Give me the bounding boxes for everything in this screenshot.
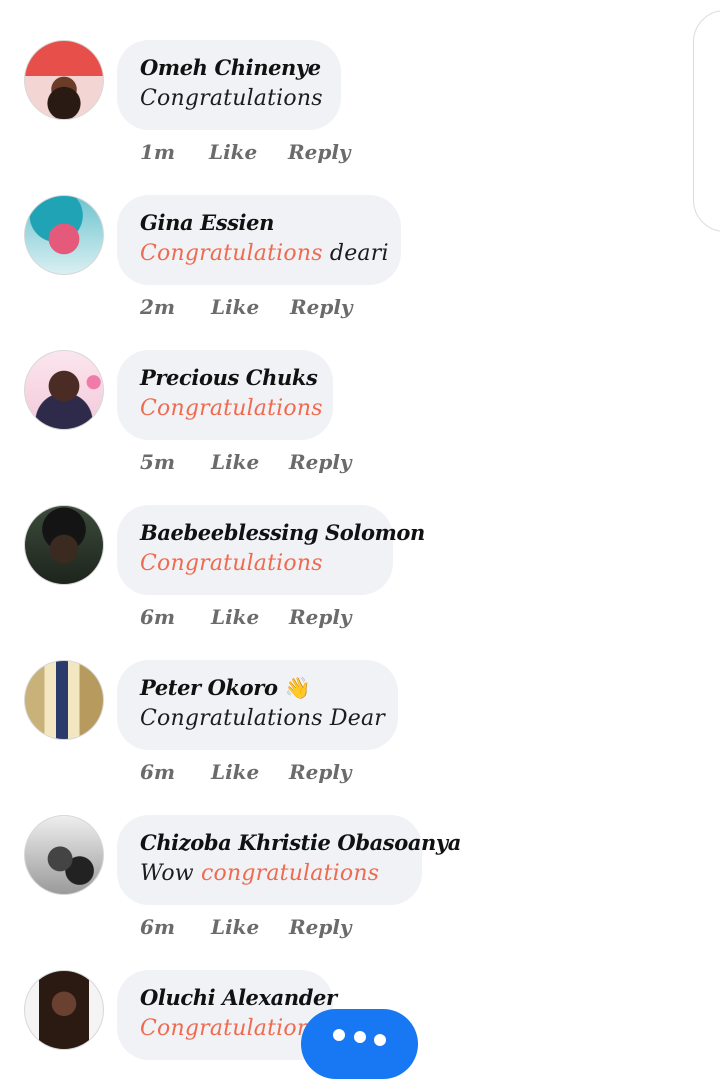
commenter-name[interactable]: Oluchi Alexander: [140, 984, 337, 1012]
comment-text: Congratulations: [140, 551, 323, 576]
comment-bubble: Precious Chuks Congratulations: [117, 350, 333, 440]
comment-bubble: Chizoba Khristie Obasoanya Wow congratul…: [117, 815, 461, 905]
commenter-name[interactable]: Chizoba Khristie Obasoanya: [140, 829, 461, 857]
avatar[interactable]: [24, 815, 104, 895]
comment-item: Gina Essien Congratulations deari 2m Lik…: [0, 195, 720, 350]
comment-bubble: Omeh Chinenye Congratulations: [117, 40, 341, 130]
comment-item: Chizoba Khristie Obasoanya Wow congratul…: [0, 815, 720, 970]
commenter-name[interactable]: Gina Essien: [140, 209, 377, 237]
reply-link[interactable]: Reply: [289, 450, 352, 474]
reply-link[interactable]: Reply: [288, 140, 351, 164]
avatar[interactable]: [24, 660, 104, 740]
commenter-name[interactable]: Omeh Chinenye: [140, 54, 321, 82]
comment-text: Congratulations: [140, 1016, 323, 1041]
timestamp: 2m: [140, 295, 176, 319]
avatar[interactable]: [24, 505, 104, 585]
timestamp: 6m: [140, 915, 176, 939]
side-panel-edge[interactable]: [693, 10, 720, 232]
commenter-name-row: Peter Okoro 👋: [140, 674, 374, 702]
comment-item: Peter Okoro 👋 Congratulations Dear 6m Li…: [0, 660, 720, 815]
commenter-name[interactable]: Baebeeblessing Solomon: [140, 519, 425, 547]
comment-text: Congratulations: [140, 396, 323, 421]
like-link[interactable]: Like: [209, 140, 257, 164]
commenter-name[interactable]: Precious Chuks: [140, 364, 318, 392]
comment-bubble: Gina Essien Congratulations deari: [117, 195, 401, 285]
comment-item: Precious Chuks Congratulations 5m Like R…: [0, 350, 720, 505]
reply-link[interactable]: Reply: [289, 605, 352, 629]
timestamp: 6m: [140, 760, 176, 784]
more-button[interactable]: [301, 1009, 418, 1079]
comment-bubble: Peter Okoro 👋 Congratulations Dear: [117, 660, 398, 750]
timestamp: 1m: [140, 140, 176, 164]
like-link[interactable]: Like: [211, 605, 259, 629]
waving-hand-icon: 👋: [284, 675, 311, 700]
avatar[interactable]: [24, 40, 104, 120]
reply-link[interactable]: Reply: [289, 760, 352, 784]
avatar[interactable]: [24, 970, 104, 1050]
like-link[interactable]: Like: [211, 760, 259, 784]
timestamp: 6m: [140, 605, 176, 629]
comment-item: Omeh Chinenye Congratulations 1m Like Re…: [0, 40, 720, 195]
avatar[interactable]: [24, 350, 104, 430]
commenter-name[interactable]: Peter Okoro: [140, 675, 278, 700]
comment-text: Congratulations: [140, 86, 323, 111]
comment-bubble: Baebeeblessing Solomon Congratulations: [117, 505, 425, 595]
comment-item: Baebeeblessing Solomon Congratulations 6…: [0, 505, 720, 660]
comment-text: Congratulations deari: [140, 241, 389, 266]
like-link[interactable]: Like: [211, 450, 259, 474]
like-link[interactable]: Like: [211, 295, 259, 319]
timestamp: 5m: [140, 450, 176, 474]
avatar[interactable]: [24, 195, 104, 275]
comment-text: Wow congratulations: [140, 861, 380, 886]
like-link[interactable]: Like: [211, 915, 259, 939]
reply-link[interactable]: Reply: [289, 915, 352, 939]
reply-link[interactable]: Reply: [290, 295, 353, 319]
comment-text: Congratulations Dear: [140, 706, 385, 731]
